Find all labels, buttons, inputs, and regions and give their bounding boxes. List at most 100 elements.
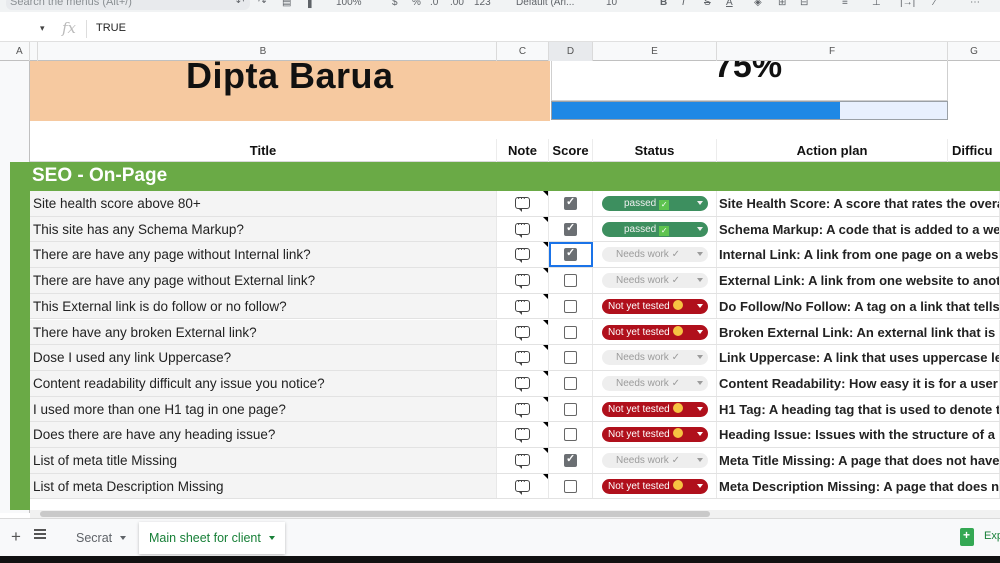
tab-caret-icon[interactable] [120, 536, 127, 540]
score-checkbox[interactable] [564, 402, 577, 416]
status-dropdown[interactable]: Needs work ✓ [602, 453, 708, 468]
paint-format-icon[interactable]: ▌ [308, 0, 315, 9]
title-cell[interactable]: I used more than one H1 tag in one page? [30, 396, 497, 422]
italic-icon[interactable]: I [682, 0, 685, 9]
action-plan-cell[interactable]: Internal Link: A link from one page on a… [717, 242, 1000, 268]
merge-cells-icon[interactable]: ⊟ [800, 0, 808, 9]
title-cell[interactable]: Does there are have any heading issue? [30, 422, 497, 447]
tab-secrat[interactable]: Secrat [66, 522, 136, 554]
rotate-icon[interactable]: ∕ [934, 0, 936, 9]
title-cell[interactable]: There have any broken External link? [30, 319, 497, 345]
score-checkbox[interactable] [564, 195, 577, 210]
status-dropdown[interactable]: Not yet tested [602, 478, 708, 494]
status-dropdown[interactable]: Needs work ✓ [602, 247, 708, 263]
status-cell[interactable]: Needs work ✓ [593, 370, 717, 396]
status-cell[interactable]: Needs work ✓ [593, 242, 717, 268]
action-plan-cell[interactable]: Content Readability: How easy it is for … [717, 370, 1000, 396]
status-dropdown[interactable]: passed ✓ [602, 221, 708, 237]
score-checkbox[interactable] [564, 246, 577, 262]
score-cell[interactable] [549, 242, 593, 268]
formula-input[interactable]: TRUE [96, 22, 126, 34]
horizontal-scrollbar-thumb[interactable] [40, 511, 710, 517]
action-plan-cell[interactable]: Meta Description Missing: A page that do… [717, 473, 1000, 499]
score-cell[interactable] [549, 191, 593, 216]
column-header-d[interactable]: D [549, 42, 593, 61]
status-cell[interactable]: Needs work ✓ [593, 268, 717, 293]
column-header-f[interactable]: F [717, 42, 948, 61]
action-plan-cell[interactable]: Broken External Link: An external link t… [717, 319, 1000, 345]
all-sheets-icon[interactable] [34, 529, 46, 539]
note-cell[interactable] [497, 370, 549, 396]
status-cell[interactable]: Needs work ✓ [593, 448, 717, 473]
score-checkbox[interactable] [564, 428, 577, 442]
title-cell[interactable]: This External link is do follow or no fo… [30, 293, 497, 319]
strikethrough-icon[interactable]: S [704, 0, 711, 9]
column-header-g[interactable]: G [948, 42, 1000, 61]
action-plan-cell[interactable]: Schema Markup: A code that is added to a… [717, 216, 1000, 242]
name-box-dropdown-icon[interactable]: ▾ [40, 23, 45, 34]
score-cell[interactable] [549, 396, 593, 422]
status-cell[interactable]: Needs work ✓ [593, 345, 717, 370]
align-icon[interactable]: ≡ [842, 0, 848, 9]
title-cell[interactable]: List of meta Description Missing [30, 473, 497, 499]
status-cell[interactable]: Not yet tested [593, 293, 717, 319]
status-cell[interactable]: passed ✓ [593, 191, 717, 216]
tab-caret-icon[interactable] [268, 536, 275, 540]
client-name-cell[interactable]: Dipta Barua [30, 61, 550, 121]
score-cell[interactable] [549, 293, 593, 319]
score-cell[interactable] [549, 268, 593, 293]
percent-format-button[interactable]: % [412, 0, 421, 9]
redo-icon[interactable]: ↷ [258, 0, 266, 9]
zoom-select[interactable]: 100% [336, 0, 362, 9]
currency-format-button[interactable]: $ [392, 0, 398, 9]
title-cell[interactable]: There are have any page without Internal… [30, 242, 497, 268]
score-checkbox[interactable] [564, 452, 577, 467]
fill-color-icon[interactable]: ◈ [754, 0, 762, 9]
action-plan-cell[interactable]: Meta Title Missing: A page that does not… [717, 448, 1000, 473]
search-menus-input[interactable]: Search the menus (Alt+/) [6, 0, 250, 10]
title-cell[interactable]: Site health score above 80+ [30, 191, 497, 216]
column-header-e[interactable]: E [593, 42, 717, 61]
score-checkbox[interactable] [564, 221, 577, 236]
column-header-b[interactable]: B [30, 42, 497, 61]
status-dropdown[interactable]: Needs work ✓ [602, 350, 708, 366]
score-cell[interactable] [549, 473, 593, 499]
score-cell[interactable] [549, 422, 593, 447]
score-checkbox[interactable] [564, 351, 577, 365]
note-cell[interactable] [497, 345, 549, 370]
score-cell[interactable] [549, 216, 593, 242]
title-cell[interactable]: Dose I used any link Uppercase? [30, 345, 497, 370]
status-cell[interactable]: Not yet tested [593, 396, 717, 422]
score-checkbox[interactable] [564, 479, 577, 493]
status-cell[interactable]: Not yet tested [593, 422, 717, 447]
tab-main-sheet-for-client[interactable]: Main sheet for client [139, 522, 285, 554]
note-cell[interactable] [497, 191, 549, 216]
status-cell[interactable]: passed ✓ [593, 216, 717, 242]
note-cell[interactable] [497, 396, 549, 422]
print-icon[interactable]: ▤ [282, 0, 291, 9]
title-cell[interactable]: This site has any Schema Markup? [30, 216, 497, 242]
note-cell[interactable] [497, 268, 549, 293]
font-select[interactable]: Default (Ari... [516, 0, 574, 9]
note-cell[interactable] [497, 319, 549, 345]
score-checkbox[interactable] [564, 274, 577, 288]
more-icon[interactable]: ⋯ [970, 0, 980, 9]
action-plan-cell[interactable]: Site Health Score: A score that rates th… [717, 191, 1000, 216]
undo-icon[interactable]: ↶ [236, 0, 244, 9]
status-dropdown[interactable]: Needs work ✓ [602, 375, 708, 391]
valign-icon[interactable]: ⊥ [872, 0, 881, 9]
add-sheet-icon[interactable]: + [11, 527, 21, 547]
score-cell[interactable] [549, 448, 593, 473]
title-cell[interactable]: There are have any page without External… [30, 268, 497, 293]
score-cell[interactable] [549, 370, 593, 396]
action-plan-cell[interactable]: External Link: A link from one website t… [717, 268, 1000, 293]
action-plan-cell[interactable]: H1 Tag: A heading tag that is used to de… [717, 396, 1000, 422]
title-cell[interactable]: Content readability difficult any issue … [30, 370, 497, 396]
status-dropdown[interactable]: Not yet tested [602, 427, 708, 443]
score-cell[interactable] [549, 319, 593, 345]
score-checkbox[interactable] [564, 376, 577, 390]
note-cell[interactable] [497, 422, 549, 447]
status-dropdown[interactable]: Not yet tested [602, 324, 708, 340]
font-size-select[interactable]: 10 [606, 0, 617, 9]
score-percent-cell[interactable]: 75% [551, 61, 948, 101]
